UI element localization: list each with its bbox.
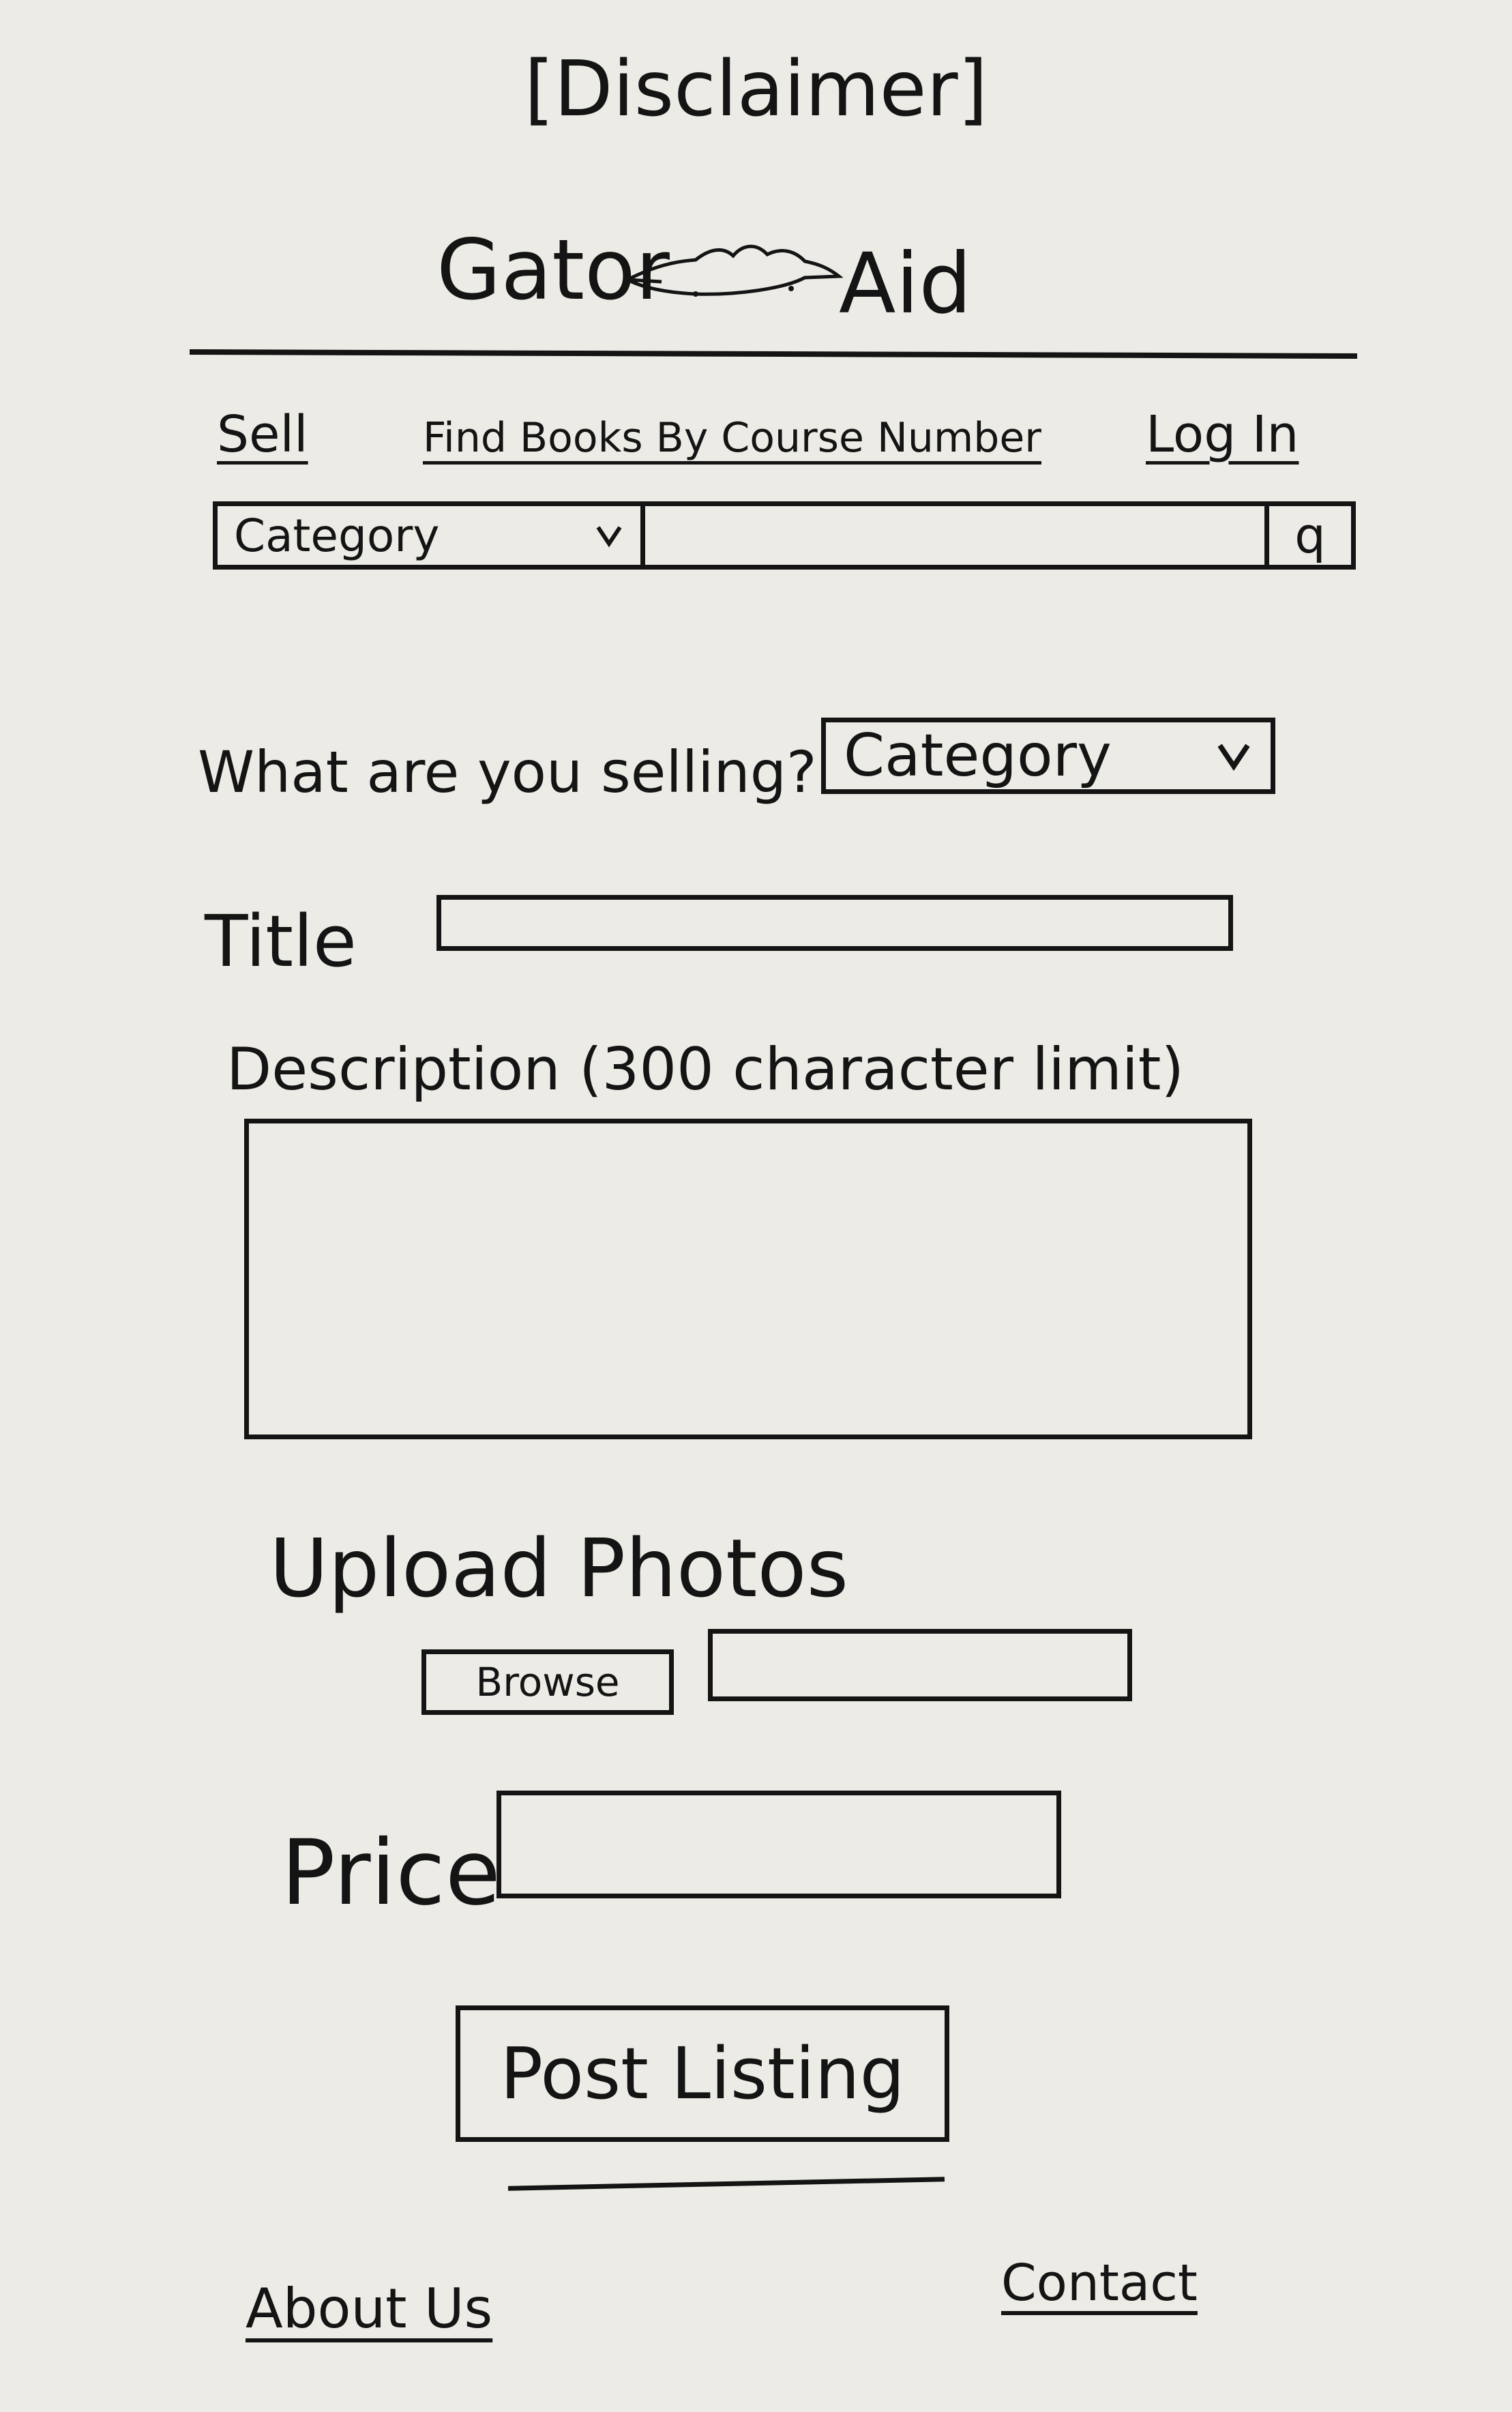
- description-textarea[interactable]: [244, 1119, 1252, 1439]
- disclaimer-text: [Disclaimer]: [524, 45, 988, 134]
- footer-about-link[interactable]: About Us: [246, 2282, 492, 2336]
- selling-category-value: Category: [844, 722, 1112, 790]
- upload-photos-label: Upload Photos: [269, 1521, 849, 1615]
- file-name-field[interactable]: [708, 1629, 1132, 1701]
- nav-sell-link[interactable]: Sell: [217, 409, 308, 460]
- selling-category-label: What are you selling?: [198, 739, 817, 806]
- search-category-select[interactable]: Category: [218, 506, 645, 565]
- search-category-label: Category: [234, 509, 440, 562]
- price-label: Price: [281, 1821, 501, 1926]
- chevron-down-icon: [1217, 744, 1250, 771]
- title-label: Title: [205, 900, 357, 983]
- post-listing-button[interactable]: Post Listing: [456, 2005, 949, 2142]
- selling-category-select[interactable]: Category: [821, 718, 1275, 794]
- search-icon: q: [1294, 507, 1326, 564]
- nav-find-books-link[interactable]: Find Books By Course Number: [423, 417, 1041, 458]
- gator-icon: [623, 244, 844, 297]
- nav-login-link[interactable]: Log In: [1146, 409, 1299, 460]
- footer-contact-link[interactable]: Contact: [1001, 2258, 1198, 2308]
- browse-button[interactable]: Browse: [421, 1649, 674, 1715]
- brand-name-right: Aid: [839, 235, 972, 332]
- chevron-down-icon: [596, 526, 622, 548]
- search-bar: Category q: [213, 501, 1356, 570]
- search-input[interactable]: [645, 506, 1264, 565]
- price-input[interactable]: [496, 1791, 1061, 1898]
- search-button[interactable]: q: [1264, 506, 1351, 565]
- title-input[interactable]: [436, 895, 1233, 951]
- description-label: Description (300 character limit): [226, 1035, 1185, 1104]
- header-divider: [189, 349, 1358, 359]
- post-listing-underline: [507, 2177, 945, 2191]
- brand-logo[interactable]: Gator Aid: [436, 208, 972, 338]
